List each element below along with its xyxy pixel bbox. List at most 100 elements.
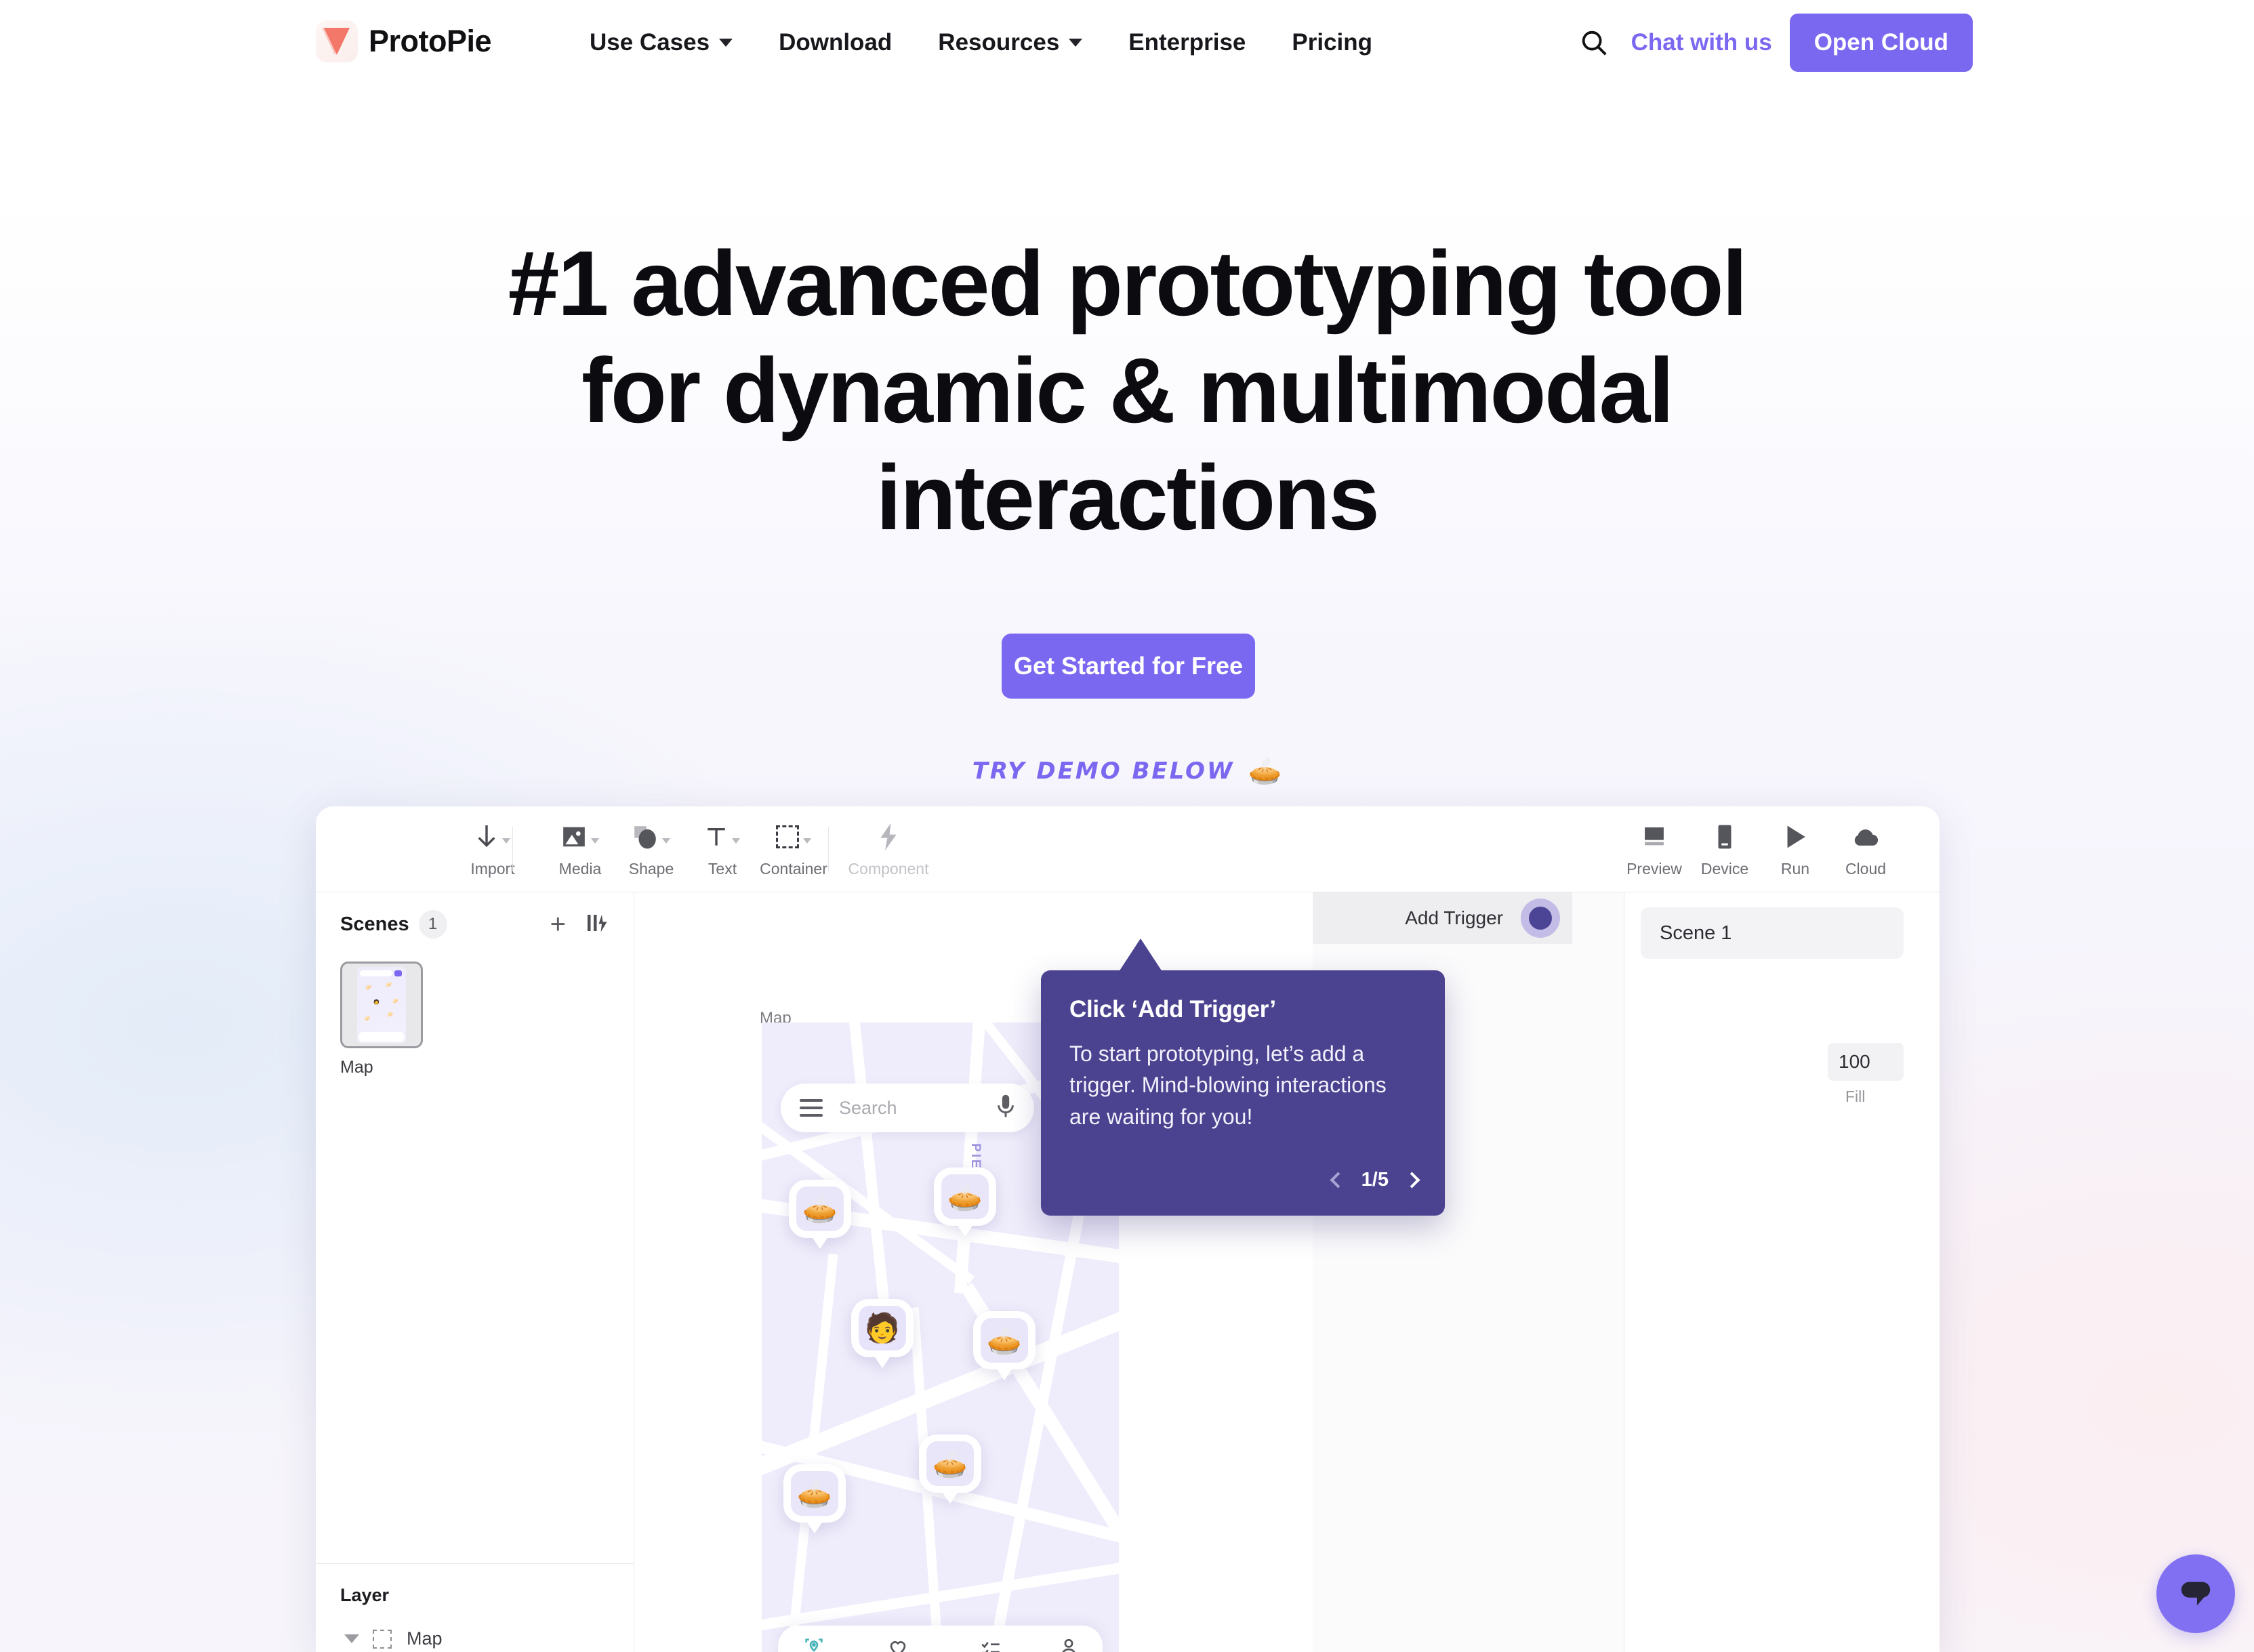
map-pin-pie[interactable]: 🥧 xyxy=(919,1434,981,1504)
chevron-right-icon[interactable] xyxy=(1403,1172,1420,1189)
toolbar-label: Preview xyxy=(1626,860,1682,877)
page-title: #1 advanced prototyping tool for dynamic… xyxy=(0,230,2254,551)
nav-item-label: Use Cases xyxy=(590,28,710,56)
fill-property-group: 100 Fill xyxy=(1828,1043,1916,1106)
toolbar-label: Text xyxy=(708,860,737,877)
bottom-nav-info[interactable]: Info xyxy=(1057,1636,1082,1652)
chevron-down-icon xyxy=(719,38,733,47)
tooltip-title: Click ‘Add Trigger’ xyxy=(1069,996,1276,1023)
nav-item-enterprise[interactable]: Enterprise xyxy=(1105,29,1269,56)
toolbar-preview-button[interactable]: Preview xyxy=(1617,820,1692,878)
nav-actions: Chat with us Open Cloud xyxy=(1573,0,1973,85)
trigger-dot-icon xyxy=(1521,899,1560,938)
toolbar-shape-button[interactable]: Shape xyxy=(614,820,689,878)
map-pin-pie[interactable]: 🥧 xyxy=(973,1311,1036,1380)
nav-item-resources[interactable]: Resources xyxy=(915,29,1105,56)
map-pin-pie[interactable]: 🥧 xyxy=(789,1180,851,1249)
toolbar-label: Media xyxy=(558,860,602,877)
play-triangle-icon xyxy=(1784,820,1807,854)
hero-line-3: interactions xyxy=(876,445,1380,549)
map-pin-pie[interactable]: 🥧 xyxy=(783,1464,846,1533)
phone-bottom-nav: Map Favorite Orders xyxy=(778,1626,1103,1652)
nav-item-pricing[interactable]: Pricing xyxy=(1269,29,1395,56)
tooltip-pagination: 1/5 xyxy=(1330,1169,1420,1191)
nav-item-label: Resources xyxy=(938,28,1060,56)
onboarding-tooltip: Click ‘Add Trigger’ To start prototyping… xyxy=(1041,970,1445,1216)
hero-line-2: for dynamic & multimodal xyxy=(581,338,1674,442)
scene-layout-icon[interactable] xyxy=(586,913,609,936)
pie-icon: 🥧 xyxy=(926,1441,974,1486)
person-icon xyxy=(1057,1636,1080,1652)
map-pin-pie[interactable]: 🥧 xyxy=(934,1168,996,1237)
map-pin-avatar[interactable]: 🧑 xyxy=(851,1299,914,1368)
fill-value-input[interactable]: 100 xyxy=(1828,1043,1904,1081)
toolbar-import-button[interactable]: Import xyxy=(455,820,530,878)
property-panel: Scene 1 100 Fill xyxy=(1624,892,1940,1652)
nav-item-use-cases[interactable]: Use Cases xyxy=(567,29,756,56)
toolbar-label: Cloud xyxy=(1845,860,1887,877)
try-demo-label: TRY DEMO BELOW xyxy=(972,758,1235,785)
bottom-nav-map[interactable]: Map xyxy=(800,1636,829,1652)
protopie-logo-icon xyxy=(316,20,358,62)
toolbar-container-button[interactable]: Container xyxy=(756,820,831,878)
toolbar-component-button[interactable]: Component xyxy=(848,820,928,878)
heart-icon xyxy=(886,1636,909,1652)
add-trigger-label: Add Trigger xyxy=(1405,907,1503,928)
chevron-down-icon xyxy=(1069,38,1083,47)
microphone-icon[interactable] xyxy=(996,1094,1015,1123)
toolbar-label: Container xyxy=(760,860,827,877)
search-input[interactable]: Search xyxy=(781,1083,1034,1132)
toolbar-label: Shape xyxy=(628,860,674,877)
shape-icon xyxy=(632,820,670,854)
fill-label: Fill xyxy=(1845,1088,1866,1105)
layer-list: MapFillRoadPieBottom MenuTMapTFavoriteTO… xyxy=(316,1617,634,1652)
scenes-count-badge: 1 xyxy=(418,910,447,938)
toolbar-label: Import xyxy=(470,860,515,877)
bottom-nav-favorite[interactable]: Favorite xyxy=(872,1636,925,1652)
tooltip-page-indicator: 1/5 xyxy=(1361,1169,1389,1191)
toolbar-run-button[interactable]: Run xyxy=(1758,820,1832,878)
container-dashed-icon xyxy=(367,1629,397,1649)
plus-icon[interactable]: + xyxy=(550,911,566,938)
top-navigation-bar: ProtoPie Use Cases Download Resources En… xyxy=(0,0,2254,85)
left-panel: Scenes 1 + 🥟 🥟 🧑 🥟 🥟 🥟 Map Layer Map xyxy=(316,892,634,1652)
nav-item-label: Enterprise xyxy=(1128,28,1246,56)
nav-item-label: Download xyxy=(779,28,893,56)
image-icon xyxy=(561,820,599,854)
cloud-icon xyxy=(1851,820,1880,854)
nav-item-label: Pricing xyxy=(1292,28,1373,56)
toolbar-label: Device xyxy=(1700,860,1749,877)
lightning-icon xyxy=(878,820,899,854)
download-arrow-icon xyxy=(475,820,510,854)
expander-chevron-icon xyxy=(340,1634,363,1643)
chat-with-us-link[interactable]: Chat with us xyxy=(1631,29,1772,56)
toolbar-media-button[interactable]: Media xyxy=(543,820,617,878)
layer-row[interactable]: Map xyxy=(316,1617,634,1652)
pie-icon: 🥧 xyxy=(941,1174,989,1219)
get-started-button[interactable]: Get Started for Free xyxy=(1002,634,1255,699)
preview-monitor-icon xyxy=(1641,820,1667,854)
scenes-header: Scenes 1 + xyxy=(316,902,634,947)
toolbar-device-button[interactable]: Device xyxy=(1687,820,1762,878)
map-pin-icon xyxy=(802,1636,825,1652)
hero-line-1: #1 advanced prototyping tool xyxy=(508,232,1748,335)
try-demo-note: TRY DEMO BELOW 🥧 xyxy=(0,758,2254,785)
open-cloud-button[interactable]: Open Cloud xyxy=(1789,13,1973,72)
avatar-icon: 🧑 xyxy=(859,1306,906,1350)
hamburger-icon xyxy=(800,1099,823,1117)
tooltip-body: To start prototyping, let’s add a trigge… xyxy=(1069,1041,1387,1129)
toolbar-text-button[interactable]: Text xyxy=(685,820,760,878)
checklist-icon xyxy=(979,1636,1002,1652)
nav-item-download[interactable]: Download xyxy=(756,29,915,56)
scene-thumbnail-map[interactable]: 🥟 🥟 🧑 🥟 🥟 🥟 Map xyxy=(340,962,423,1077)
toolbar-cloud-button[interactable]: Cloud xyxy=(1828,820,1903,878)
container-dashed-icon xyxy=(776,820,811,854)
add-trigger-button[interactable]: Add Trigger xyxy=(1313,892,1572,944)
bottom-nav-orders[interactable]: Orders xyxy=(968,1636,1013,1652)
search-placeholder: Search xyxy=(839,1097,897,1118)
scene-name-input[interactable]: Scene 1 xyxy=(1641,907,1904,959)
chat-bubble-icon[interactable] xyxy=(2156,1554,2235,1633)
search-icon[interactable] xyxy=(1573,22,1615,64)
chevron-left-icon[interactable] xyxy=(1330,1172,1347,1189)
brand-logo[interactable]: ProtoPie xyxy=(316,20,492,62)
